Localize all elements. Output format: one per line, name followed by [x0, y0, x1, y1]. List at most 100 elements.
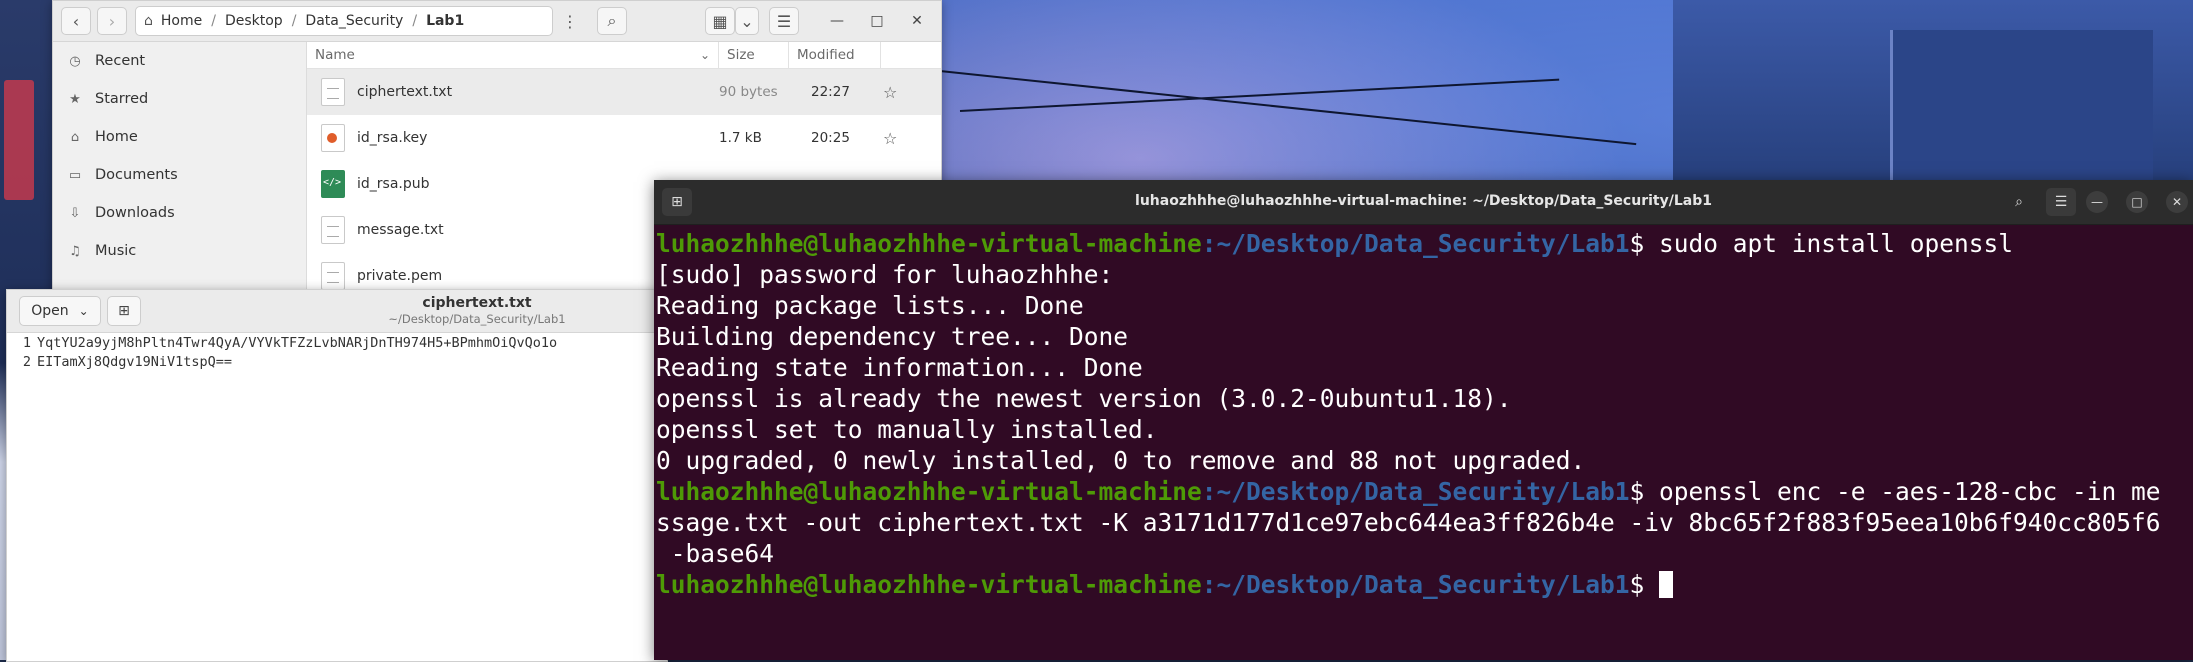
- minimize-icon: —: [830, 13, 844, 29]
- sidebar-item-music[interactable]: ♫ Music: [53, 232, 306, 270]
- close-button[interactable]: ✕: [906, 10, 928, 32]
- column-size-header[interactable]: Size: [719, 42, 789, 68]
- terminal-maximize-button[interactable]: □: [2126, 191, 2148, 213]
- terminal-title: luhaozhhhe@luhaozhhhe-virtual-machine: ~…: [1135, 193, 1712, 209]
- terminal-line: Reading package lists... Done: [656, 291, 1084, 320]
- sort-chevron-icon: ⌄: [699, 48, 710, 62]
- wallpaper-building-window: [1890, 30, 2153, 180]
- column-name-label: Name: [315, 47, 355, 63]
- breadcrumb-separator: /: [211, 13, 216, 29]
- command-text: openssl enc -e -aes-128-cbc -in me: [1659, 477, 2161, 506]
- sidebar-item-label: Music: [95, 243, 137, 259]
- maximize-button[interactable]: □: [866, 10, 888, 32]
- maximize-icon: □: [870, 13, 884, 29]
- back-button[interactable]: ‹: [61, 7, 91, 35]
- home-icon: ⌂: [144, 13, 153, 29]
- editor-line: 2 EITamXj8Qdgv19NiV1tspQ==: [7, 354, 667, 373]
- column-name-header[interactable]: Name ⌄: [307, 42, 719, 68]
- open-button-label: Open: [31, 303, 69, 319]
- sidebar-item-label: Documents: [95, 167, 178, 183]
- search-icon: ⌕: [2015, 194, 2023, 210]
- breadcrumb-home[interactable]: Home: [161, 13, 202, 29]
- files-headerbar: ‹ › ⌂ Home / Desktop / Data_Security / L…: [53, 1, 941, 42]
- file-size: 90 bytes: [719, 84, 778, 100]
- close-icon: ✕: [2171, 195, 2183, 209]
- chevron-down-icon: ⌄: [78, 304, 89, 318]
- terminal-output[interactable]: luhaozhhhe@luhaozhhhe-virtual-machine:~/…: [656, 228, 2193, 660]
- prompt-symbol: $: [1629, 229, 1660, 258]
- chevron-down-icon: ⌄: [740, 11, 754, 31]
- terminal-search-button[interactable]: ⌕: [2004, 188, 2034, 216]
- breadcrumb-lab1[interactable]: Lab1: [426, 13, 464, 29]
- file-name: id_rsa.key: [357, 130, 428, 146]
- prompt-path: :~/Desktop/Data_Security/Lab1: [1201, 477, 1630, 506]
- sidebar-item-starred[interactable]: ★ Starred: [53, 80, 306, 118]
- terminal-close-button[interactable]: ✕: [2166, 191, 2188, 213]
- main-menu-button[interactable]: ☰: [769, 7, 799, 35]
- prompt-symbol: $: [1629, 570, 1660, 599]
- search-button[interactable]: ⌕: [597, 7, 627, 35]
- key-file-icon: [321, 124, 345, 152]
- breadcrumb-separator: /: [412, 13, 418, 29]
- terminal-headerbar: ⊞ luhaozhhhe@luhaozhhhe-virtual-machine:…: [654, 180, 2193, 225]
- file-row[interactable]: id_rsa.key 1.7 kB 20:25 ☆: [307, 115, 941, 161]
- text-editor-window: Open ⌄ ⊞ ciphertext.txt ~/Desktop/Data_S…: [6, 289, 668, 662]
- hamburger-icon: ☰: [2054, 194, 2068, 210]
- document-icon: ▭: [68, 167, 82, 183]
- forward-button[interactable]: ›: [97, 7, 127, 35]
- public-key-file-icon: [321, 170, 345, 198]
- file-modified: 22:27: [811, 84, 850, 100]
- prompt-symbol: $: [1629, 477, 1660, 506]
- file-row[interactable]: ciphertext.txt 90 bytes 22:27 ☆: [307, 69, 941, 115]
- star-toggle-icon[interactable]: ☆: [883, 129, 897, 148]
- column-modified-header[interactable]: Modified: [789, 42, 881, 68]
- text-file-icon: [321, 216, 345, 244]
- sidebar-item-documents[interactable]: ▭ Documents: [53, 156, 306, 194]
- prompt-user: luhaozhhhe@luhaozhhhe-virtual-machine: [656, 570, 1202, 599]
- prompt-path: :~/Desktop/Data_Security/Lab1: [1201, 229, 1630, 258]
- download-icon: ⇩: [69, 205, 81, 221]
- terminal-line: luhaozhhhe@luhaozhhhe-virtual-machine:~/…: [656, 228, 2193, 259]
- star-icon: ★: [69, 91, 81, 107]
- files-sidebar: ◷ Recent ★ Starred ⌂ Home ▭ Documents ⇩ Downl…: [53, 42, 307, 301]
- text-file-icon: [321, 78, 345, 106]
- line-number: 2: [22, 354, 31, 370]
- grid-icon: ▦: [712, 11, 728, 31]
- terminal-menu-button[interactable]: ☰: [2046, 188, 2076, 216]
- path-bar[interactable]: ⌂ Home / Desktop / Data_Security / Lab1: [135, 6, 553, 36]
- editor-title: ciphertext.txt: [422, 295, 532, 311]
- text-file-icon: [321, 262, 345, 290]
- hamburger-icon: ☰: [776, 11, 792, 31]
- terminal-window: ⊞ luhaozhhhe@luhaozhhhe-virtual-machine:…: [654, 180, 2193, 660]
- new-document-button[interactable]: ⊞: [107, 296, 141, 326]
- column-size-label: Size: [727, 47, 755, 63]
- view-grid-button[interactable]: ▦: [705, 7, 735, 35]
- terminal-line: ssage.txt -out ciphertext.txt -K a3171d1…: [656, 508, 2161, 537]
- sidebar-item-label: Home: [95, 129, 138, 145]
- file-list-header: Name ⌄ Size Modified: [307, 42, 941, 69]
- open-button[interactable]: Open ⌄: [19, 296, 101, 326]
- terminal-line: luhaozhhhe@luhaozhhhe-virtual-machine:~/…: [656, 569, 2193, 600]
- breadcrumb-desktop[interactable]: Desktop: [225, 13, 283, 29]
- sidebar-item-label: Recent: [95, 53, 146, 69]
- minimize-button[interactable]: —: [826, 10, 848, 32]
- sidebar-item-recent[interactable]: ◷ Recent: [53, 42, 306, 80]
- terminal-minimize-button[interactable]: —: [2086, 191, 2108, 213]
- prompt-user: luhaozhhhe@luhaozhhhe-virtual-machine: [656, 229, 1202, 258]
- file-modified: 20:25: [811, 130, 850, 146]
- sidebar-item-downloads[interactable]: ⇩ Downloads: [53, 194, 306, 232]
- line-number: 1: [22, 335, 31, 351]
- view-options-button[interactable]: ⌄: [735, 7, 759, 35]
- editor-text-area[interactable]: 1 YqtYU2a9yjM8hPltn4Twr4QyA/VYVkTFZzLvbNA…: [7, 333, 667, 661]
- path-menu-button[interactable]: ⋮: [553, 7, 587, 35]
- terminal-line: 0 upgraded, 0 newly installed, 0 to remo…: [656, 446, 1586, 475]
- breadcrumb-data-security[interactable]: Data_Security: [305, 13, 403, 29]
- sidebar-item-home[interactable]: ⌂ Home: [53, 118, 306, 156]
- editor-subtitle: ~/Desktop/Data_Security/Lab1: [388, 312, 566, 326]
- file-size: 1.7 kB: [719, 130, 762, 146]
- terminal-line: Reading state information... Done: [656, 353, 1143, 382]
- home-icon: ⌂: [70, 129, 80, 145]
- star-toggle-icon[interactable]: ☆: [883, 83, 897, 102]
- terminal-line: openssl set to manually installed.: [656, 415, 1158, 444]
- close-icon: ✕: [911, 13, 923, 29]
